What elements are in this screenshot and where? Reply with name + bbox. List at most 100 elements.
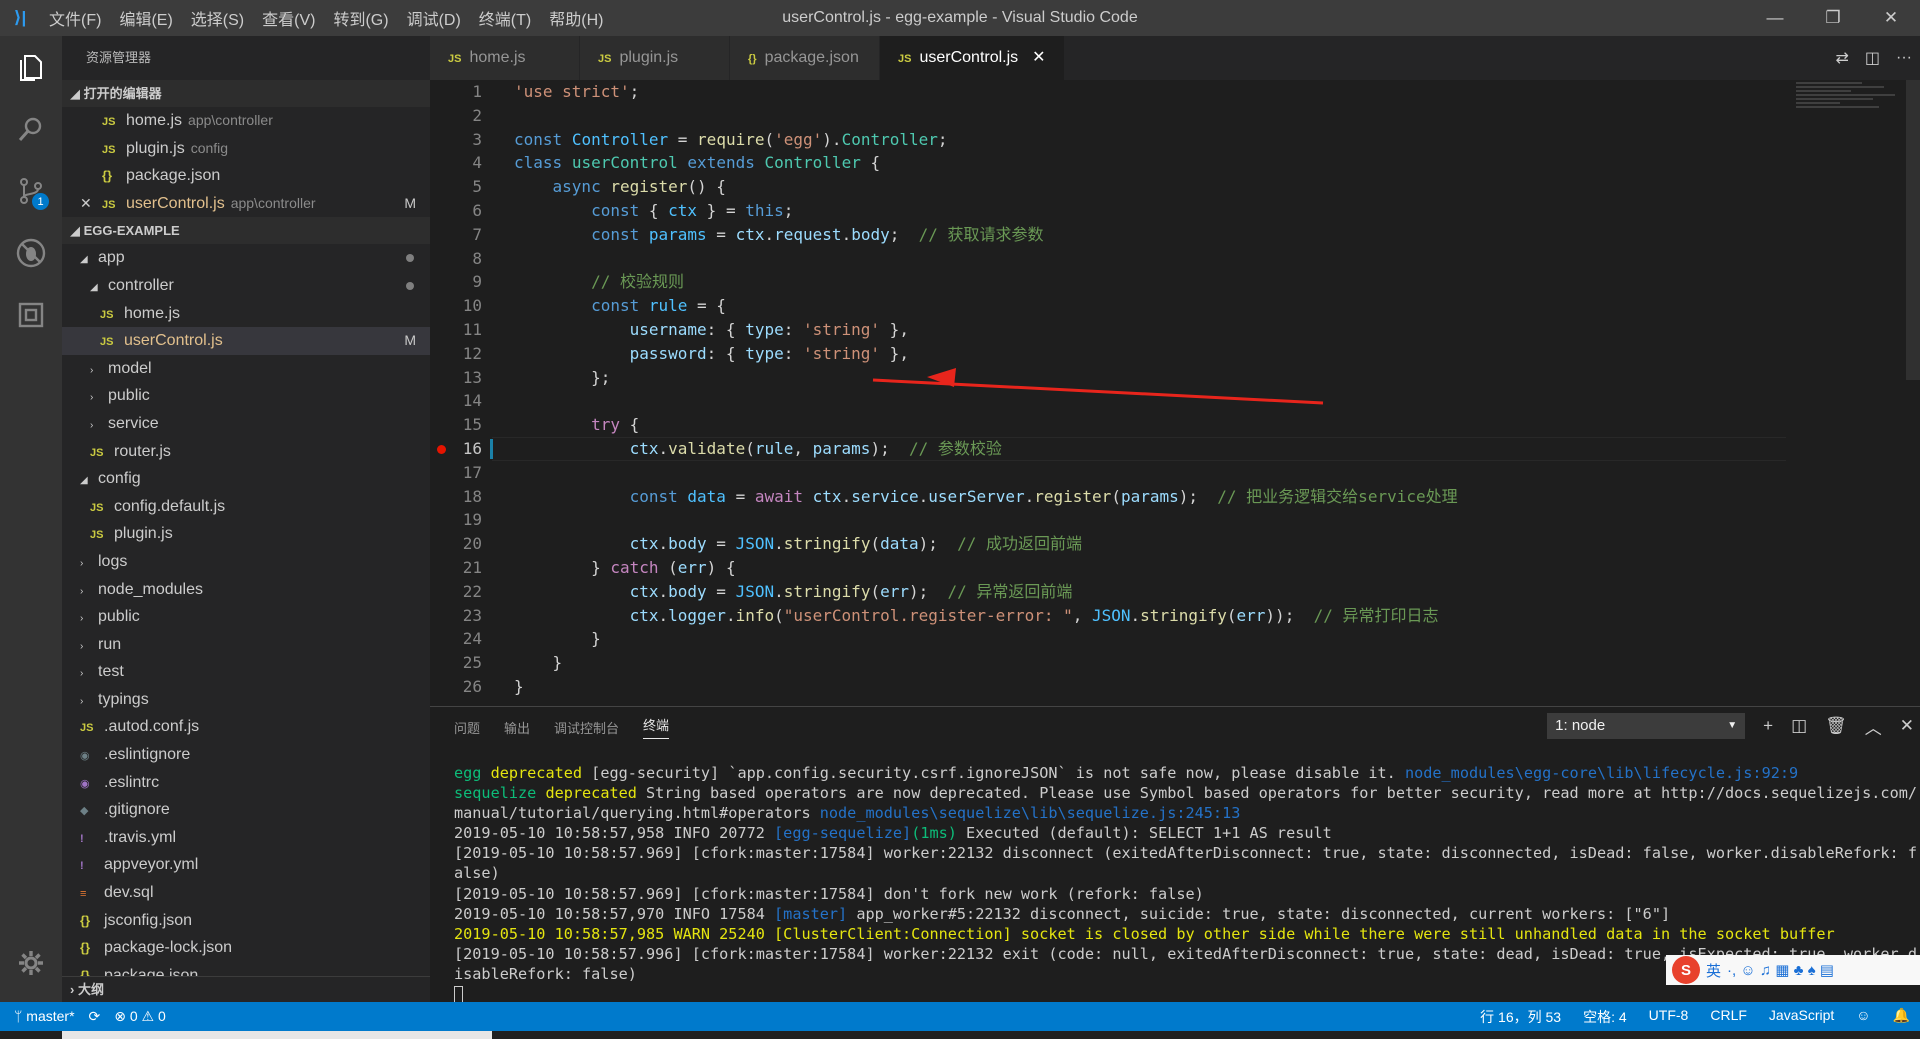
ime-toolbar[interactable]: S 英 ·, ☺ ♫ ▦ ♣ ♠ ▤ [1666,955,1920,985]
code-line[interactable]: 8 [430,247,1920,271]
open-editors-section[interactable]: ◢ 打开的编辑器 [62,80,430,107]
code-line[interactable]: 7 const params = ctx.request.body; // 获取… [430,223,1920,247]
panel-tab[interactable]: 输出 [504,718,530,737]
tree-folder[interactable]: › logs [62,548,430,576]
tree-folder[interactable]: ◢ controller [62,272,430,300]
tab-userControl-js[interactable]: JS userControl.js ✕ [880,36,1065,80]
sync-icon[interactable]: ⟳ [89,1008,101,1025]
code-view[interactable]: 1'use strict'; 2 3 const Controller = requi… [430,80,1920,706]
more-actions-icon[interactable]: ··· [1896,49,1912,67]
tree-file[interactable]: ◉ .eslintignore [62,741,430,769]
encoding[interactable]: UTF-8 [1649,1007,1689,1027]
search-icon[interactable] [0,98,62,160]
feedback-smiley-icon[interactable]: ☺ [1856,1007,1870,1027]
project-section[interactable]: ◢ EGG-EXAMPLE [62,217,430,245]
code-line[interactable]: 14 [430,389,1920,413]
menu-item[interactable]: 调试(D) [398,6,470,30]
tree-folder[interactable]: › typings [62,686,430,714]
code-line[interactable]: 18 const data = await ctx.service.userSe… [430,485,1920,509]
close-icon[interactable]: ✕ [80,190,102,218]
tree-folder[interactable]: › test [62,658,430,686]
tree-file[interactable]: JS router.js [62,438,430,466]
tab-plugin-js[interactable]: JS plugin.js [580,36,730,80]
tree-folder[interactable]: › run [62,631,430,659]
language-mode[interactable]: JavaScript [1769,1007,1834,1027]
problems-indicator[interactable]: ⊗ 0 ⚠ 0 [114,1008,166,1025]
close-panel-icon[interactable]: ✕ [1900,716,1914,736]
panel-tab[interactable]: 终端 [643,715,670,739]
tab-home-js[interactable]: JS home.js [430,36,580,80]
code-line[interactable]: 13 }; [430,366,1920,390]
code-line[interactable]: 11 username: { type: 'string' }, [430,318,1920,342]
split-terminal-icon[interactable]: ◫ [1791,716,1807,736]
debug-icon[interactable] [0,222,62,284]
tree-file[interactable]: JS home.js [62,300,430,328]
extensions-icon[interactable] [0,284,62,346]
tree-folder[interactable]: › public [62,603,430,631]
tree-folder[interactable]: › public [62,382,430,410]
close-icon[interactable]: ✕ [1032,49,1045,66]
tree-file[interactable]: ≡ dev.sql [62,879,430,907]
minimap[interactable] [1796,80,1906,140]
tree-file[interactable]: ◉ .eslintrc [62,769,430,797]
code-line[interactable]: 9 // 校验规则 [430,270,1920,294]
open-editor-item[interactable]: {} package.json [62,162,430,190]
split-editor-icon[interactable]: ◫ [1865,48,1880,68]
code-line[interactable]: 2 [430,104,1920,128]
tree-folder[interactable]: ◢ config [62,465,430,493]
menu-item[interactable]: 查看(V) [253,6,324,30]
tree-folder[interactable]: › model [62,355,430,383]
panel-tab[interactable]: 调试控制台 [554,718,619,737]
tree-file[interactable]: JS plugin.js [62,520,430,548]
cursor-position[interactable]: 行 16，列 53 [1480,1007,1561,1027]
outline-section[interactable]: › 大纲 [62,976,430,1002]
code-line[interactable]: 4 class userControl extends Controller { [430,151,1920,175]
code-line[interactable]: 15 try { [430,413,1920,437]
menu-item[interactable]: 转到(G) [324,6,397,30]
tree-folder[interactable]: › node_modules [62,576,430,604]
tree-file[interactable]: JS config.default.js [62,493,430,521]
source-control-icon[interactable]: 1 [0,160,62,222]
code-line[interactable]: 10 const rule = { [430,294,1920,318]
tree-folder[interactable]: ◢ app [62,244,430,272]
tree-file[interactable]: {} package-lock.json [62,934,430,962]
close-icon[interactable]: ✕ [1862,0,1920,36]
code-line[interactable]: 24 } [430,627,1920,651]
new-terminal-icon[interactable]: + [1763,716,1773,736]
tree-file[interactable]: JS .autod.conf.js [62,713,430,741]
menu-item[interactable]: 编辑(E) [110,6,181,30]
code-line[interactable]: 12 password: { type: 'string' }, [430,342,1920,366]
code-line[interactable]: 22 ctx.body = JSON.stringify(err); // 异常… [430,580,1920,604]
restore-icon[interactable]: ❐ [1804,0,1862,36]
notifications-bell-icon[interactable]: 🔔 [1893,1007,1910,1027]
tree-file[interactable]: {} jsconfig.json [62,907,430,935]
code-line[interactable]: 3 const Controller = require('egg').Contr… [430,128,1920,152]
tree-file[interactable]: JS userControl.js M [62,327,430,355]
tab-package-json[interactable]: {} package.json [730,36,880,80]
open-editor-item[interactable]: ✕ JS userControl.js app\controller M [62,190,430,218]
tree-folder[interactable]: › service [62,410,430,438]
code-line[interactable]: 23 ctx.logger.info("userControl.register… [430,604,1920,628]
code-line[interactable]: 1 'use strict'; [430,80,1920,104]
menu-item[interactable]: 选择(S) [182,6,253,30]
panel-tab[interactable]: 问题 [454,718,480,737]
ime-lang[interactable]: 英 [1706,960,1721,981]
editor-scrollbar[interactable] [1906,80,1920,380]
end-of-line[interactable]: CRLF [1710,1007,1747,1027]
menu-item[interactable]: 帮助(H) [540,6,612,30]
branch-indicator[interactable]: ᛘ master* [14,1008,75,1025]
tree-file[interactable]: ◆ .gitignore [62,796,430,824]
indentation[interactable]: 空格: 4 [1583,1007,1627,1027]
maximize-panel-icon[interactable]: ︿ [1865,714,1882,739]
terminal-select[interactable]: 1: node ▼ [1547,713,1746,739]
code-line[interactable]: 19 [430,508,1920,532]
kill-terminal-icon[interactable]: 🗑 [1825,716,1847,736]
code-line[interactable]: 16 ctx.validate(rule, params); // 参数校验 [430,436,1920,461]
code-line[interactable]: 17 [430,461,1920,485]
ime-tools[interactable]: ·, ☺ ♫ ▦ ♣ ♠ ▤ [1727,961,1834,979]
open-editor-item[interactable]: JS plugin.js config [62,135,430,163]
explorer-icon[interactable] [0,36,62,98]
code-line[interactable]: 26} [430,675,1920,699]
code-line[interactable]: 20 ctx.body = JSON.stringify(data); // 成… [430,532,1920,556]
code-line[interactable]: 21 } catch (err) { [430,556,1920,580]
